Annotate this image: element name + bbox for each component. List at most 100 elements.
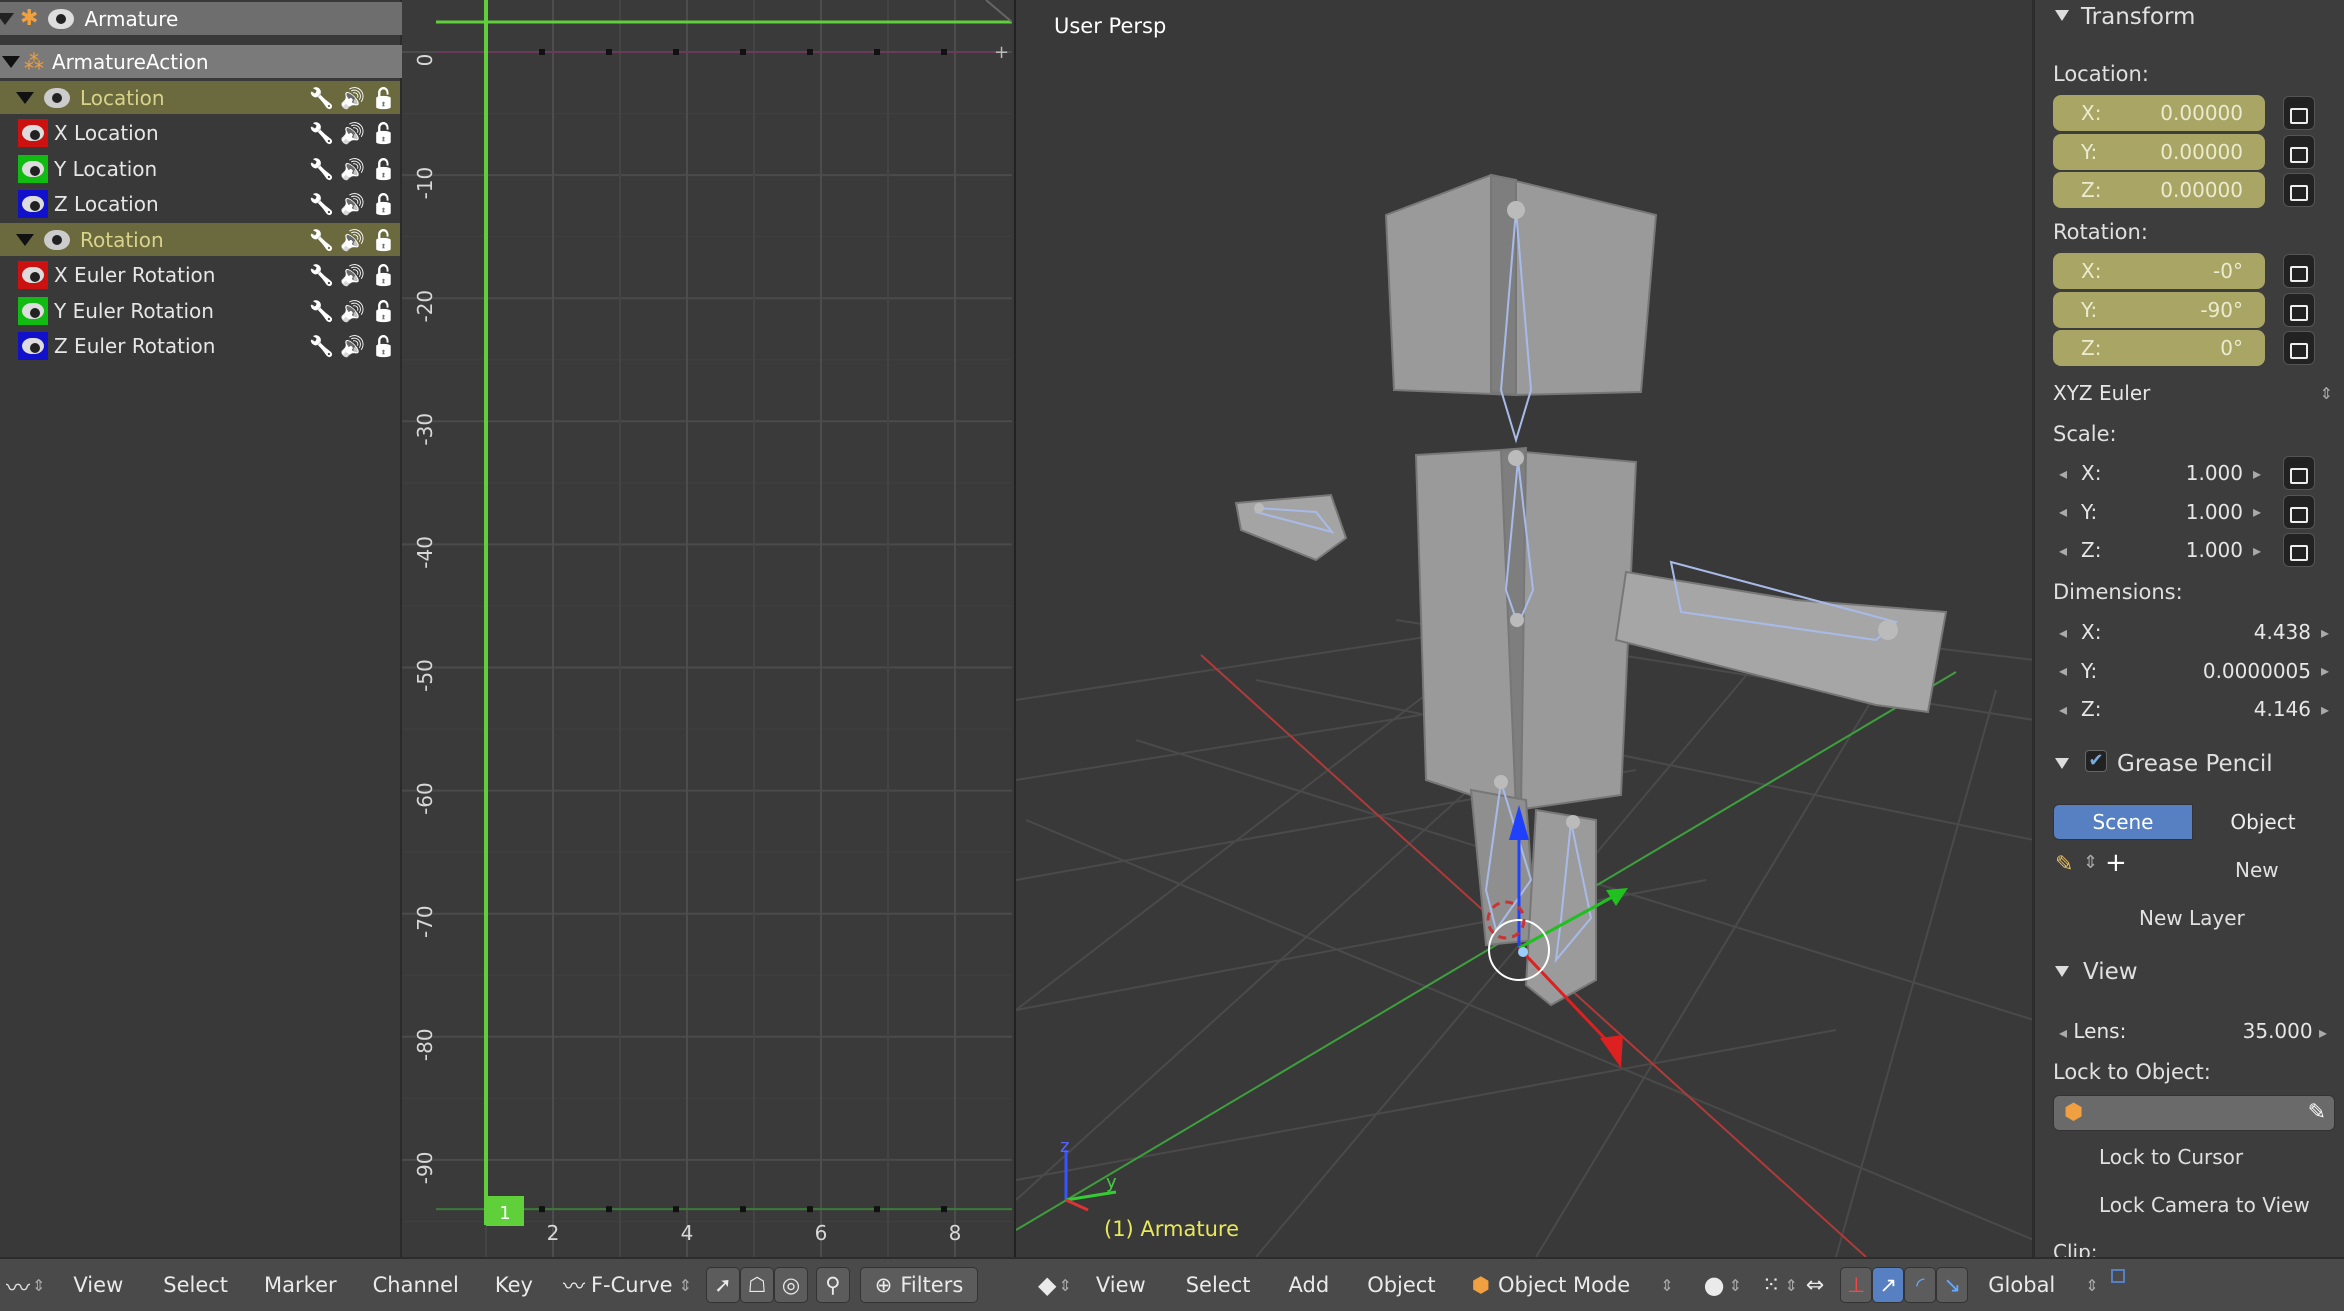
eye-icon[interactable] <box>44 229 70 250</box>
lock-icon[interactable]: 🔓 <box>371 334 396 358</box>
keyframe-point[interactable] <box>539 49 545 55</box>
channel-action-row[interactable]: ⁂ ArmatureAction <box>0 45 402 78</box>
eye-icon[interactable] <box>48 8 75 29</box>
menu-marker[interactable]: Marker <box>264 1273 337 1297</box>
channel-group-row[interactable]: Location 🔧 🔊 🔓 <box>0 81 400 114</box>
menu-view[interactable]: View <box>1096 1273 1146 1297</box>
modifier-wrench-icon[interactable]: 🔧 <box>309 192 334 216</box>
dim-y-field[interactable]: ◂ Y: 0.0000005 ▸ <box>2053 653 2333 689</box>
lock-icon[interactable] <box>2283 173 2315 207</box>
keyframe-point[interactable] <box>807 49 813 55</box>
lock-icon[interactable]: 🔓 <box>371 121 396 145</box>
eye-icon[interactable] <box>22 267 44 283</box>
curve-color-swatch[interactable] <box>18 261 48 289</box>
menu-channel[interactable]: Channel <box>373 1273 459 1297</box>
lock-cursor-checkbox[interactable] <box>2057 1150 2077 1170</box>
channel-group-row[interactable]: Rotation 🔧 🔊 🔓 <box>0 223 400 256</box>
mode-select[interactable]: F-Curve <box>591 1273 673 1297</box>
gp-new-button[interactable]: New <box>2235 858 2279 882</box>
zoom-icon[interactable]: ⚲ <box>815 1267 850 1303</box>
layer-indicator-icon[interactable] <box>2110 1269 2125 1283</box>
lock-icon[interactable] <box>2283 134 2315 169</box>
keyframe-point[interactable] <box>740 49 746 55</box>
lock-icon[interactable]: 🔓 <box>371 228 396 252</box>
keyframe-point[interactable] <box>606 1206 612 1213</box>
decrement-arrow-icon[interactable]: ◂ <box>2059 623 2067 642</box>
channel-curve-row[interactable]: Z Euler Rotation 🔧 🔊 🔓 <box>0 330 400 363</box>
editor-type-arrows-icon[interactable]: ⇕ <box>1058 1276 1071 1295</box>
grease-pencil-header[interactable]: Grease Pencil <box>2117 751 2273 777</box>
eye-icon[interactable] <box>22 160 44 177</box>
mute-speaker-icon[interactable]: 🔊 <box>340 299 365 323</box>
modifier-wrench-icon[interactable]: 🔧 <box>309 263 334 287</box>
lock-icon[interactable] <box>2283 494 2315 529</box>
view-collapse-icon[interactable] <box>2055 966 2069 977</box>
ghost-icon[interactable]: ☖ <box>739 1267 774 1303</box>
plus-icon[interactable]: + <box>2105 848 2127 878</box>
transform-collapse-icon[interactable] <box>2055 10 2069 21</box>
gp-object-button[interactable]: Object <box>2193 804 2333 840</box>
keyframe-point[interactable] <box>941 49 947 55</box>
view3d-editor-icon[interactable]: ◆ <box>1038 1271 1056 1299</box>
scl-z-field[interactable]: ◂ Z: 1.000 ▸ <box>2053 532 2265 568</box>
decrement-arrow-icon[interactable]: ◂ <box>2059 700 2067 719</box>
graph-editor[interactable]: 0 -10 -20 -30 -40 -50 -60 -70 -80 -90 2 4 6 8 +1 <box>402 0 1012 1257</box>
curve-color-swatch[interactable] <box>18 154 48 183</box>
right-arm-mesh[interactable] <box>1614 570 1948 714</box>
mode-select[interactable]: Object Mode <box>1498 1273 1630 1297</box>
modifier-wrench-icon[interactable]: 🔧 <box>309 157 334 181</box>
channel-curve-row[interactable]: Y Location 🔧 🔊 🔓 <box>0 152 400 185</box>
lens-field[interactable]: ◂ Lens: 35.000 ▸ <box>2053 1014 2333 1048</box>
expand-triangle-icon[interactable] <box>16 91 34 104</box>
increment-arrow-icon[interactable]: ▸ <box>2321 623 2329 642</box>
lock-icon[interactable] <box>2283 292 2315 327</box>
lock-icon[interactable] <box>2283 254 2315 288</box>
snap-target-icon[interactable]: ◎ <box>773 1267 808 1303</box>
increment-arrow-icon[interactable]: ▸ <box>2321 661 2329 680</box>
shading-arrows-icon[interactable]: ⇕ <box>1729 1276 1742 1295</box>
expand-triangle-icon[interactable] <box>16 233 34 246</box>
keyframe-point[interactable] <box>606 49 612 55</box>
lock-icon[interactable]: 🔓 <box>371 263 396 287</box>
mute-speaker-icon[interactable]: 🔊 <box>340 192 365 216</box>
mute-speaker-icon[interactable]: 🔊 <box>340 228 365 252</box>
modifier-wrench-icon[interactable]: 🔧 <box>309 121 334 145</box>
dim-x-field[interactable]: ◂ X: 4.438 ▸ <box>2053 614 2333 650</box>
view-header[interactable]: View <box>2083 959 2138 985</box>
grease-pencil-checkbox[interactable]: ✔ <box>2085 750 2107 772</box>
mode-arrows-icon[interactable]: ⇕ <box>1660 1276 1673 1295</box>
selector-arrows-icon[interactable]: ⇕ <box>2083 852 2098 873</box>
curve-color-swatch[interactable] <box>18 332 48 360</box>
keyframe-point[interactable] <box>941 1206 947 1213</box>
transform-manipulator-icon[interactable]: ↘ <box>1936 1267 1969 1303</box>
pivot-icon[interactable]: ⁙ <box>1762 1273 1780 1298</box>
editor-type-arrows-icon[interactable]: ⇕ <box>32 1276 45 1295</box>
keyframe-point[interactable] <box>673 1206 679 1213</box>
rotate-manipulator-icon[interactable]: ↗ <box>1872 1267 1905 1303</box>
right-leg-mesh[interactable] <box>1524 808 1597 1007</box>
mute-speaker-icon[interactable]: 🔊 <box>340 86 365 110</box>
keyframe-point[interactable] <box>740 1206 746 1213</box>
lock-camera-checkbox[interactable] <box>2057 1198 2077 1218</box>
increment-arrow-icon[interactable]: ▸ <box>2253 541 2261 560</box>
orientation-arrows-icon[interactable]: ⇕ <box>2085 1276 2098 1295</box>
menu-key[interactable]: Key <box>495 1273 533 1297</box>
decrement-arrow-icon[interactable]: ◂ <box>2059 464 2067 483</box>
mute-speaker-icon[interactable]: 🔊 <box>340 263 365 287</box>
lock-cursor-label[interactable]: Lock to Cursor <box>2099 1145 2243 1169</box>
rot-y-field[interactable]: Y: -90° <box>2053 291 2265 328</box>
keyframe-point[interactable] <box>874 49 880 55</box>
decrement-arrow-icon[interactable]: ◂ <box>2059 502 2067 521</box>
channel-curve-row[interactable]: X Location 🔧 🔊 🔓 <box>0 117 400 150</box>
menu-add[interactable]: Add <box>1289 1273 1330 1297</box>
3d-viewport[interactable]: User Persp z y (1) Armature <box>1014 0 2032 1257</box>
modifier-wrench-icon[interactable]: 🔧 <box>309 299 334 323</box>
modifier-wrench-icon[interactable]: 🔧 <box>309 228 334 252</box>
lock-icon[interactable]: 🔓 <box>371 299 396 323</box>
lock-icon[interactable]: 🔓 <box>371 86 396 110</box>
filters-button[interactable]: ⊕ Filters <box>859 1267 978 1303</box>
scl-x-field[interactable]: ◂ X: 1.000 ▸ <box>2053 455 2265 491</box>
loc-z-field[interactable]: Z: 0.00000 <box>2053 172 2265 208</box>
gp-scene-button[interactable]: Scene <box>2053 804 2193 840</box>
mute-speaker-icon[interactable]: 🔊 <box>340 121 365 145</box>
